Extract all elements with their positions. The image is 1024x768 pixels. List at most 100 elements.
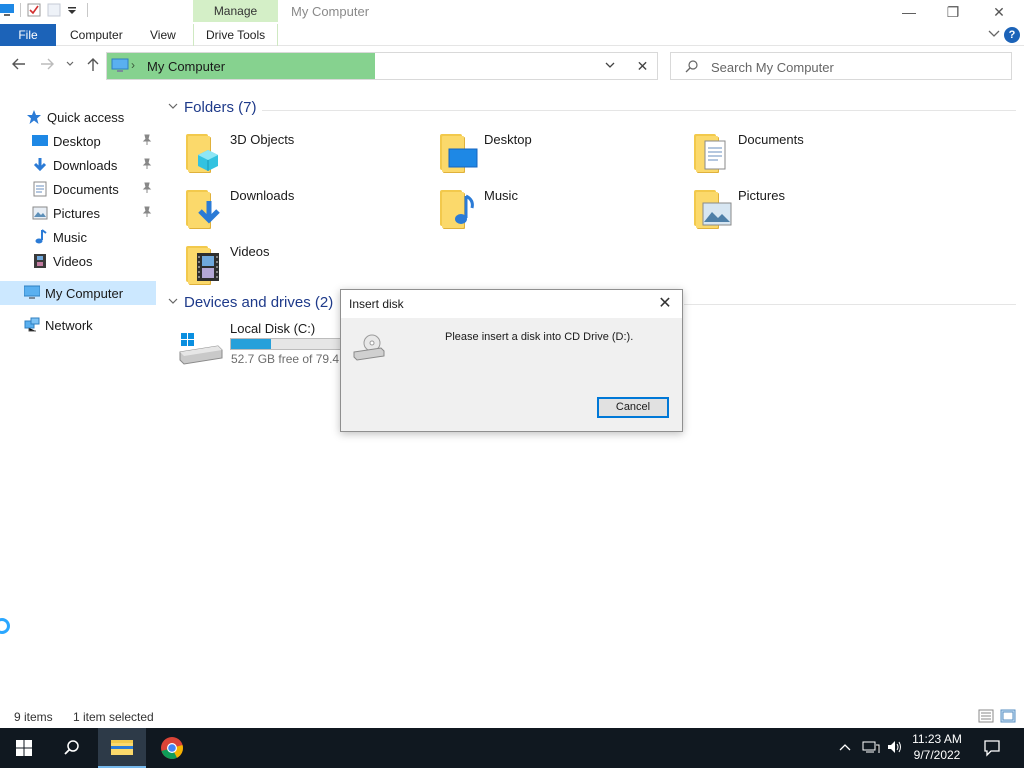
clock[interactable]: 11:23 AM 9/7/2022: [906, 731, 968, 763]
navigation-bar: › My Computer ✕ Search My Computer: [0, 50, 1024, 84]
sidebar-item-network[interactable]: Network: [0, 313, 156, 337]
up-button[interactable]: [84, 56, 102, 76]
volume-icon[interactable]: [886, 739, 908, 758]
sidebar-item-label: Quick access: [47, 109, 125, 125]
chrome-icon: [161, 737, 183, 759]
status-bar: 9 items 1 item selected: [0, 706, 1024, 728]
tab-view[interactable]: View: [150, 24, 176, 46]
recent-locations-button[interactable]: [64, 56, 76, 76]
computer-icon: [111, 58, 129, 77]
sidebar-item-quick-access[interactable]: Quick access: [0, 105, 156, 129]
desktop-icon: [32, 133, 48, 149]
toolbar-divider: [87, 3, 88, 17]
hard-drive-icon: [178, 330, 224, 374]
music-icon: [32, 229, 48, 245]
sidebar-item-music[interactable]: Music: [0, 225, 156, 249]
folder-tile-music[interactable]: Music: [422, 184, 672, 234]
folder-label: Desktop: [484, 132, 532, 147]
search-taskbar-button[interactable]: [48, 728, 96, 768]
breadcrumb-my-computer[interactable]: My Computer: [147, 59, 225, 74]
tab-computer[interactable]: Computer: [70, 24, 123, 46]
devices-group-header[interactable]: Devices and drives (2): [168, 294, 333, 311]
clock-date: 9/7/2022: [913, 748, 961, 762]
sidebar-item-downloads[interactable]: Downloads: [0, 153, 156, 177]
sidebar-item-my-computer[interactable]: My Computer: [0, 281, 156, 305]
music-folder-icon: [438, 186, 476, 230]
dialog-title-bar[interactable]: Insert disk ✕: [341, 290, 682, 318]
folder-label: Downloads: [230, 188, 295, 203]
sidebar-item-label: Documents: [53, 181, 119, 197]
clear-address-button[interactable]: ✕: [628, 52, 658, 80]
customize-toolbar-icon[interactable]: [67, 3, 81, 17]
close-icon: ✕: [658, 295, 672, 312]
address-dropdown-icon[interactable]: [604, 58, 616, 75]
dialog-close-button[interactable]: ✕: [654, 293, 676, 315]
sidebar-item-label: Pictures: [53, 205, 100, 221]
start-button[interactable]: [0, 728, 48, 768]
quick-access-toolbar: [0, 3, 88, 17]
folders-group-header[interactable]: Folders (7): [168, 99, 257, 116]
clock-time: 11:23 AM: [912, 732, 962, 746]
chrome-taskbar-button[interactable]: [148, 728, 196, 768]
sidebar-item-documents[interactable]: Documents: [0, 177, 156, 201]
cancel-button[interactable]: Cancel: [597, 397, 669, 418]
folder-tile-downloads[interactable]: Downloads: [168, 184, 418, 234]
details-view-icon[interactable]: [978, 709, 994, 723]
arrow-up-icon: [87, 58, 99, 71]
action-center-button[interactable]: [970, 728, 1014, 768]
folder-tile-3d-objects[interactable]: 3D Objects: [168, 128, 418, 178]
folder-label: Videos: [230, 244, 270, 259]
search-input[interactable]: Search My Computer: [711, 60, 834, 75]
tab-manage[interactable]: Manage: [193, 0, 278, 22]
file-explorer-taskbar-button[interactable]: [98, 728, 146, 768]
folder-tile-desktop[interactable]: Desktop: [422, 128, 672, 178]
title-bar: Manage My Computer — ❐ ✕: [0, 0, 1024, 24]
close-icon: ✕: [636, 58, 649, 74]
restore-button[interactable]: ❐: [930, 0, 976, 24]
dialog-message: Please insert a disk into CD Drive (D:).: [445, 331, 634, 343]
show-hidden-icons-icon[interactable]: [838, 741, 856, 755]
search-box[interactable]: Search My Computer: [670, 52, 1012, 80]
properties-icon[interactable]: [27, 3, 41, 17]
tab-file[interactable]: File: [0, 24, 56, 46]
breadcrumb-separator[interactable]: ›: [131, 58, 135, 72]
sidebar-item-videos[interactable]: Videos: [0, 249, 156, 273]
large-icons-view-icon[interactable]: [1000, 709, 1016, 723]
document-icon: [32, 181, 48, 197]
sidebar-item-pictures[interactable]: Pictures: [0, 201, 156, 225]
network-tray-icon[interactable]: [862, 739, 886, 758]
minimize-button[interactable]: —: [886, 0, 932, 24]
toolbar-divider: [20, 3, 21, 17]
drive-usage-bar: [230, 338, 350, 350]
new-folder-icon[interactable]: [47, 3, 61, 17]
minimize-icon: —: [902, 4, 916, 20]
expand-ribbon-icon[interactable]: [988, 29, 1000, 42]
drive-free-space: 52.7 GB free of 79.4 G: [231, 352, 352, 366]
folder-tile-documents[interactable]: Documents: [676, 128, 926, 178]
folder-label: Music: [484, 188, 518, 203]
group-title: Folders (7): [184, 99, 257, 116]
group-title: Devices and drives (2): [184, 294, 334, 311]
folder-label: Pictures: [738, 188, 785, 203]
close-window-button[interactable]: ✕: [976, 0, 1022, 24]
computer-icon[interactable]: [0, 3, 14, 17]
back-button[interactable]: [10, 56, 28, 76]
folder-tile-videos[interactable]: Videos: [168, 240, 418, 290]
windows-logo-icon: [16, 740, 32, 756]
help-icon[interactable]: ?: [1004, 27, 1020, 43]
folder-tile-pictures[interactable]: Pictures: [676, 184, 926, 234]
tab-drive-tools[interactable]: Drive Tools: [206, 24, 265, 46]
search-icon: [64, 740, 79, 755]
sidebar-item-label: Downloads: [53, 157, 118, 173]
pin-icon: [142, 134, 152, 149]
arrow-right-icon: [41, 58, 54, 70]
pin-icon: [142, 158, 152, 173]
folder-label: Documents: [738, 132, 804, 147]
sidebar-item-label: My Computer: [45, 285, 124, 301]
downloads-folder-icon: [184, 186, 222, 230]
forward-button[interactable]: [38, 56, 56, 76]
address-bar[interactable]: › My Computer: [106, 52, 658, 80]
sidebar-item-desktop[interactable]: Desktop: [0, 129, 156, 153]
3d-objects-folder-icon: [184, 130, 222, 174]
star-icon: [26, 109, 42, 125]
